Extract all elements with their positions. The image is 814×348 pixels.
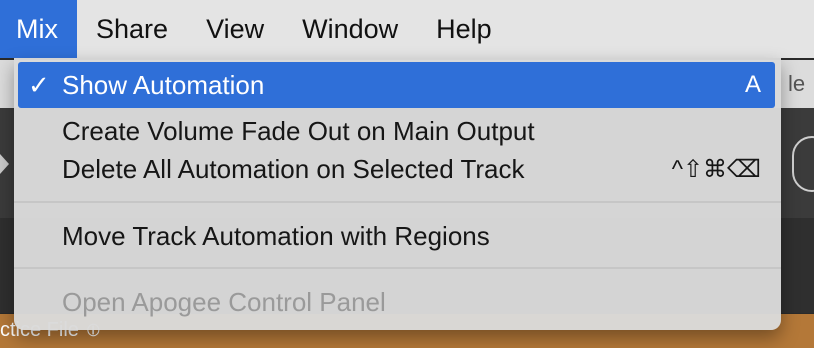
shortcut-label: ^⇧⌘⌫ [671,155,761,183]
menu-window[interactable]: Window [283,0,417,58]
menu-item-label: Create Volume Fade Out on Main Output [62,115,535,146]
menu-share[interactable]: Share [77,0,187,58]
shortcut-label: A [744,71,761,98]
menu-item-open-apogee-control-panel: Open Apogee Control Panel [18,279,775,325]
menu-item-delete-all-automation[interactable]: Delete All Automation on Selected Track … [18,146,775,192]
menu-mix[interactable]: Mix [0,0,77,58]
play-arrow-icon [0,154,9,174]
menu-help[interactable]: Help [417,0,511,58]
menu-item-label: Delete All Automation on Selected Track [62,153,525,184]
menu-separator [14,267,781,269]
knob-control [792,136,814,192]
menu-item-label: Show Automation [62,69,265,100]
menu-item-move-track-automation[interactable]: Move Track Automation with Regions [18,213,775,259]
menu-bar: Mix Share View Window Help [0,0,814,58]
edge-text: le [788,71,806,96]
menu-item-label: Move Track Automation with Regions [62,220,490,251]
checkmark-icon: ✓ [28,69,50,100]
menu-view[interactable]: View [187,0,283,58]
mix-dropdown-menu: ✓ Show Automation A Create Volume Fade O… [14,58,781,330]
menu-item-show-automation[interactable]: ✓ Show Automation A [18,62,775,108]
menu-separator [14,201,781,203]
menu-item-label: Open Apogee Control Panel [62,286,386,317]
